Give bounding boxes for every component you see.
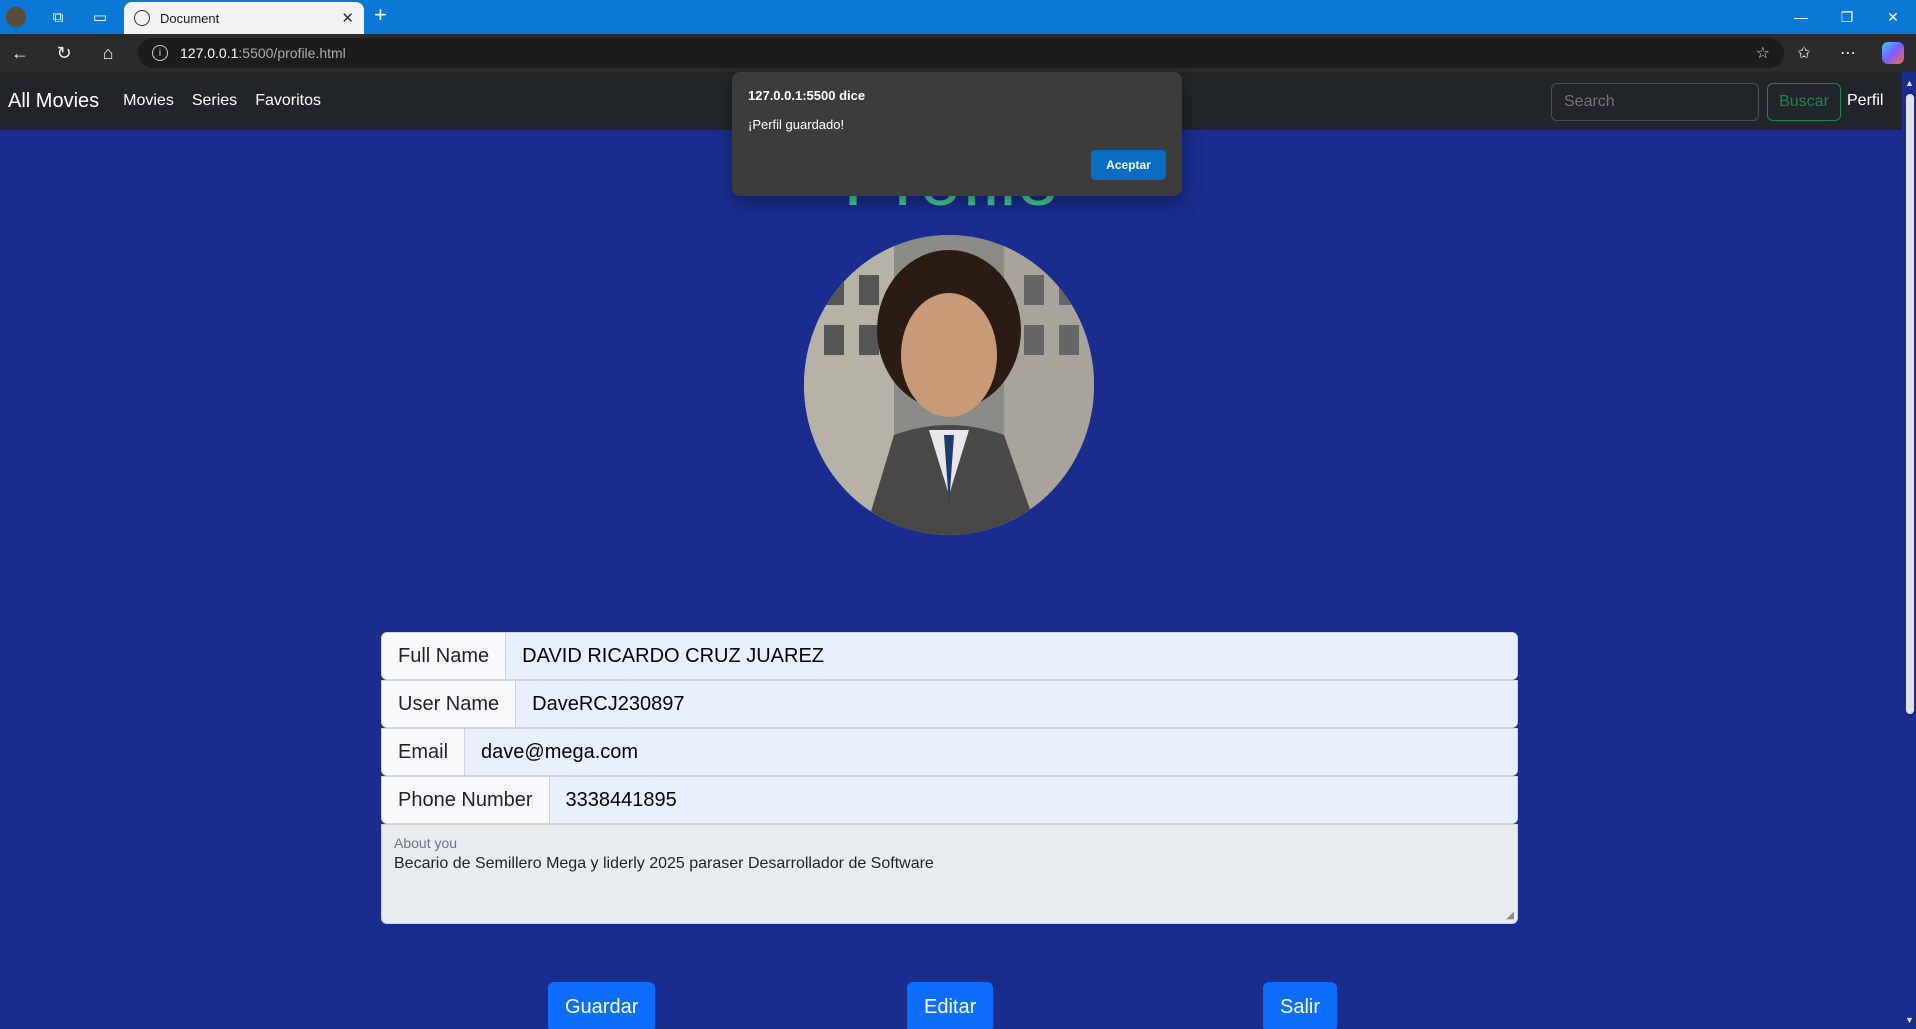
close-window-icon[interactable]: ✕ (1870, 0, 1916, 34)
profile-form: Full Name DAVID RICARDO CRUZ JUAREZ User… (381, 632, 1518, 924)
workspaces-icon[interactable]: ⧉ (44, 3, 72, 31)
browser-toolbar: ← ↻ ⌂ i 127.0.0.1:5500/profile.html ☆ ✩ … (0, 34, 1916, 72)
window-controls: — ❐ ✕ (1778, 0, 1916, 34)
phone-input[interactable]: 3338441895 (550, 777, 1517, 823)
site-info-icon[interactable]: i (152, 45, 168, 61)
email-label: Email (382, 729, 466, 775)
nav-link-perfil[interactable]: Perfil (1847, 92, 1883, 110)
url-host: 127.0.0.1 (180, 45, 239, 61)
scroll-thumb[interactable] (1906, 94, 1914, 714)
reload-icon[interactable]: ↻ (44, 34, 84, 72)
browser-right-tools: ✩ ⋯ (1782, 34, 1916, 72)
phone-field[interactable]: Phone Number 3338441895 (381, 776, 1518, 824)
favorites-icon[interactable]: ✩ (1782, 43, 1826, 63)
resize-handle-icon[interactable]: ◢ (1506, 910, 1514, 921)
about-text: Becario de Semillero Mega y liderly 2025… (394, 855, 934, 872)
copilot-icon[interactable] (1882, 42, 1904, 64)
vertical-tabs-icon[interactable]: ▭ (86, 3, 114, 31)
alert-dialog: 127.0.0.1:5500 dice ¡Perfil guardado! Ac… (732, 72, 1182, 196)
page-scrollbar[interactable]: ▲ ▼ (1902, 72, 1916, 1029)
more-icon[interactable]: ⋯ (1826, 43, 1870, 63)
phone-label: Phone Number (382, 777, 550, 823)
home-icon[interactable]: ⌂ (88, 34, 128, 72)
restore-icon[interactable]: ❐ (1824, 0, 1870, 34)
address-bar[interactable]: i 127.0.0.1:5500/profile.html ☆ (138, 38, 1784, 68)
nav-link-movies[interactable]: Movies (123, 92, 174, 110)
browser-titlebar: ⧉ ▭ Document ✕ + — ❐ ✕ (0, 0, 1916, 34)
nav-link-series[interactable]: Series (192, 92, 237, 110)
scroll-down-icon[interactable]: ▼ (1905, 1015, 1914, 1025)
close-tab-icon[interactable]: ✕ (341, 9, 354, 27)
brand-link[interactable]: All Movies (8, 90, 99, 113)
search-input[interactable] (1551, 83, 1759, 121)
url-path: :5500/profile.html (238, 45, 346, 61)
minimize-icon[interactable]: — (1778, 0, 1824, 34)
back-icon[interactable]: ← (0, 34, 40, 72)
email-field[interactable]: Email dave@mega.com (381, 728, 1518, 776)
tab-title: Document (160, 10, 220, 26)
about-textarea[interactable]: About you Becario de Semillero Mega y li… (381, 824, 1518, 924)
nav-link-favoritos[interactable]: Favoritos (255, 92, 321, 110)
avatar (804, 235, 1094, 535)
globe-icon (134, 10, 150, 26)
email-input[interactable]: dave@mega.com (465, 729, 1517, 775)
favorite-star-icon[interactable]: ☆ (1756, 43, 1770, 63)
user-name-field[interactable]: User Name DaveRCJ230897 (381, 680, 1518, 728)
full-name-field[interactable]: Full Name DAVID RICARDO CRUZ JUAREZ (381, 632, 1518, 680)
dialog-title: 127.0.0.1:5500 dice (748, 88, 866, 103)
browser-tab[interactable]: Document ✕ (124, 2, 364, 34)
new-tab-icon[interactable]: + (374, 2, 387, 28)
search-button[interactable]: Buscar (1767, 83, 1841, 121)
full-name-input[interactable]: DAVID RICARDO CRUZ JUAREZ (506, 633, 1517, 679)
full-name-label: Full Name (382, 633, 507, 679)
user-name-label: User Name (382, 681, 517, 727)
scroll-up-icon[interactable]: ▲ (1905, 78, 1914, 88)
user-name-input[interactable]: DaveRCJ230897 (516, 681, 1517, 727)
about-label: About you (394, 835, 458, 851)
accept-button[interactable]: Aceptar (1091, 150, 1166, 180)
profile-avatar-icon[interactable] (2, 3, 30, 31)
edit-button[interactable]: Editar (907, 982, 994, 1029)
dialog-message: ¡Perfil guardado! (748, 117, 845, 132)
exit-button[interactable]: Salir (1263, 982, 1338, 1029)
save-button[interactable]: Guardar (548, 982, 656, 1029)
